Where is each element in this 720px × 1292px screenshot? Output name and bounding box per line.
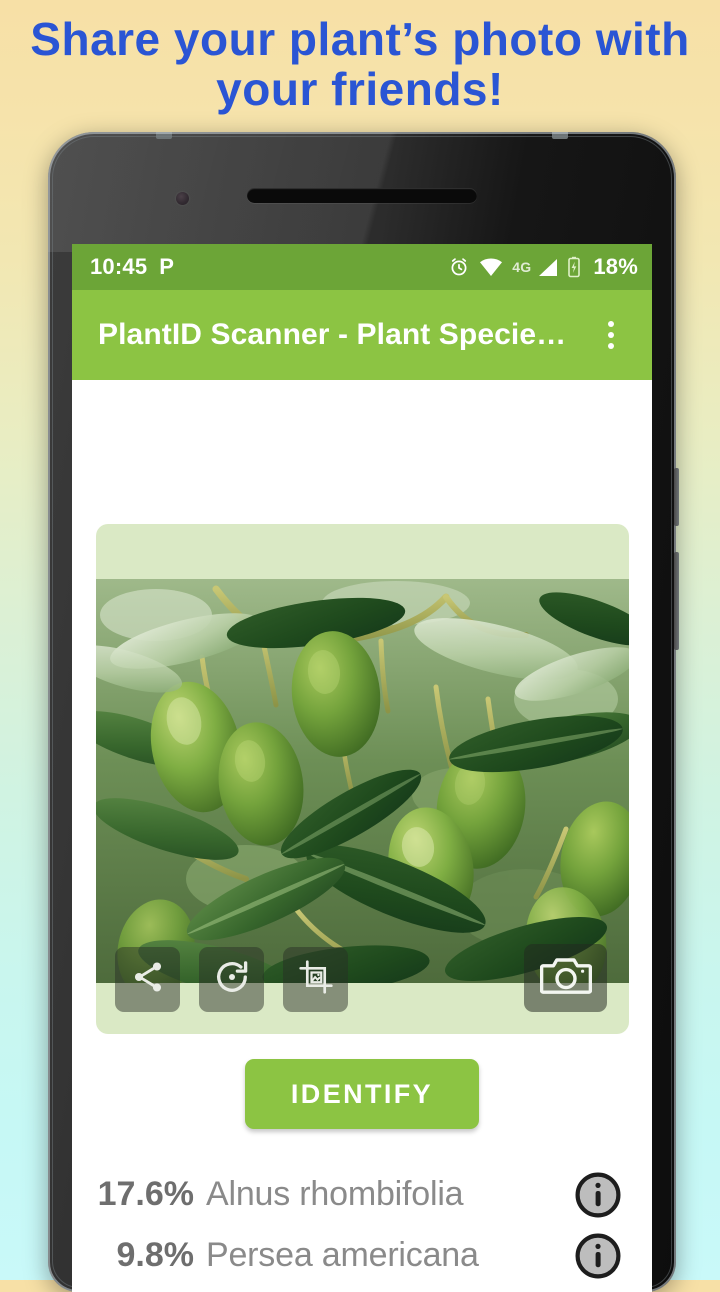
earpiece-speaker xyxy=(247,188,477,203)
identify-button-container: IDENTIFY xyxy=(72,1059,652,1129)
plant-photo[interactable] xyxy=(96,579,629,983)
volume-button[interactable] xyxy=(674,552,679,650)
app-bar: PlantID Scanner - Plant Specie… xyxy=(72,290,652,380)
photo-card xyxy=(96,524,629,1034)
promo-headline: Share your plant’s photo with your frien… xyxy=(0,0,720,130)
carrier-badge-icon: P xyxy=(159,254,175,279)
info-icon[interactable] xyxy=(574,1232,622,1280)
phone-screen: 10:45 P 4G 18% PlantID Scanner - Plant S… xyxy=(72,244,652,1292)
result-row[interactable]: 5.9% Quercus agrifolia xyxy=(94,1286,622,1292)
result-species: Alnus rhombifolia xyxy=(206,1175,464,1213)
app-title: PlantID Scanner - Plant Specie… xyxy=(98,318,567,351)
headline-line-2: your friends! xyxy=(216,63,504,115)
status-icon-group: 4G 18% xyxy=(448,254,638,280)
alarm-clock-icon xyxy=(448,256,470,278)
crop-icon xyxy=(298,959,334,1000)
rotate-icon xyxy=(213,958,251,1001)
phone-mockup: 10:45 P 4G 18% PlantID Scanner - Plant S… xyxy=(48,132,679,1292)
plant-photo-canvas xyxy=(96,579,629,983)
antenna-band-right xyxy=(552,132,568,139)
results-list: 17.6% Alnus rhombifolia 9.8% Persea amer… xyxy=(72,1164,652,1292)
crop-button[interactable] xyxy=(283,947,348,1012)
identify-button[interactable]: IDENTIFY xyxy=(245,1059,479,1129)
power-button[interactable] xyxy=(674,468,679,526)
front-camera-icon xyxy=(176,192,189,205)
share-icon xyxy=(130,959,166,1000)
result-species: Persea americana xyxy=(206,1236,479,1274)
status-bar: 10:45 P 4G 18% xyxy=(72,244,652,290)
cellular-signal-icon xyxy=(538,258,558,277)
network-type-label: 4G xyxy=(512,259,532,275)
camera-icon xyxy=(539,955,592,1002)
overflow-menu-icon[interactable] xyxy=(588,308,634,362)
share-button[interactable] xyxy=(115,947,180,1012)
camera-button[interactable] xyxy=(524,944,607,1012)
result-percent: 9.8% xyxy=(116,1236,195,1274)
result-row[interactable]: 17.6% Alnus rhombifolia xyxy=(94,1164,622,1225)
wifi-icon xyxy=(479,257,503,277)
rotate-button[interactable] xyxy=(199,947,264,1012)
info-icon[interactable] xyxy=(574,1171,622,1219)
result-percent: 17.6% xyxy=(97,1175,194,1213)
battery-percent-label: 18% xyxy=(593,254,638,279)
status-time: 10:45 xyxy=(90,254,148,279)
headline-line-1: Share your plant’s photo with xyxy=(30,13,690,65)
battery-charging-icon xyxy=(567,256,581,278)
result-row[interactable]: 9.8% Persea americana xyxy=(94,1225,622,1286)
image-tools xyxy=(115,947,348,1012)
antenna-band-left xyxy=(156,132,172,139)
